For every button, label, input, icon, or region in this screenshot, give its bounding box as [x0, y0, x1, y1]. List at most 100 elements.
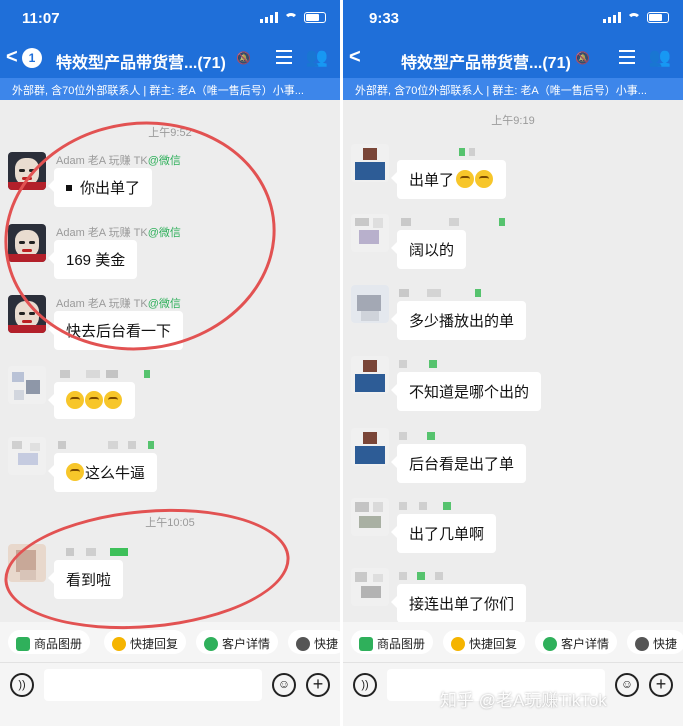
group-title: 特效型产品带货营...(71) — [56, 55, 226, 72]
grin-emoji-icon — [456, 170, 475, 188]
emoji-icon[interactable]: ☺ — [272, 673, 296, 697]
customer-details-icon — [543, 637, 557, 651]
status-bar: 11:07 — [0, 0, 340, 38]
group-menu-icon[interactable] — [619, 50, 635, 68]
quick-reply-icon — [451, 637, 465, 651]
message-bubble[interactable]: 看到啦 — [47, 560, 124, 599]
message-input[interactable] — [44, 669, 262, 701]
message-bubble[interactable]: 接连出单了你们 — [390, 584, 527, 622]
status-time: 11:07 — [22, 10, 60, 27]
sender-name: Adam 老A 玩赚 TK@微信 — [56, 298, 181, 310]
message-row: 看到啦 — [0, 544, 340, 606]
message-row: Adam 老A 玩赚 TK@微信 快去后台看一下 — [0, 295, 340, 357]
group-members-icon[interactable]: 👥 — [306, 47, 328, 68]
status-icons — [260, 12, 326, 23]
quick-reply-icon — [112, 637, 126, 651]
chat-nav-bar: < 特效型产品带货营...(71) 🔕 👥 — [343, 38, 683, 78]
message-bubble[interactable]: 多少播放出的单 — [390, 301, 527, 340]
message-row: 出单了 — [343, 144, 683, 206]
message-row: 多少播放出的单 — [343, 285, 683, 347]
status-bar: 9:33 — [343, 0, 683, 38]
group-menu-icon[interactable] — [276, 50, 292, 68]
voice-input-icon[interactable]: )) — [10, 673, 34, 697]
message-bubble[interactable]: 出单了 — [390, 160, 507, 199]
sender-name: Adam 老A 玩赚 TK@微信 — [56, 155, 181, 167]
watermark: 知乎 @老A玩赚TikTok — [440, 691, 607, 710]
group-info-banner[interactable]: 外部群, 含70位外部联系人 | 群主: 老A（唯一售后号）小事... — [343, 78, 683, 100]
quick-reply-chip[interactable]: 快捷回复 — [104, 630, 187, 654]
message-bubble[interactable]: 你出单了 — [47, 168, 153, 207]
avatar[interactable] — [8, 152, 46, 190]
quick-more-icon — [635, 637, 649, 651]
product-album-chip[interactable]: 商品图册 — [8, 630, 91, 654]
chat-nav-bar: < 1 特效型产品带货营...(71) 🔕 👥 — [0, 38, 340, 78]
left-chat-screenshot: 11:07 < 1 特效型产品带货营...(71) 🔕 👥 外部群, 含70位外… — [0, 0, 340, 726]
emoji-icon[interactable]: ☺ — [615, 673, 639, 697]
customer-details-chip[interactable]: 客户详情 — [196, 630, 279, 654]
status-time: 9:33 — [369, 10, 400, 27]
message-list[interactable]: 上午9:19 出单了 阔以的 多少播放出的单 不知道是哪个出的 后台看是出了单 — [343, 100, 683, 622]
product-album-icon — [359, 637, 373, 651]
timestamp: 上午10:05 — [145, 517, 195, 529]
message-bubble[interactable]: 阔以的 — [390, 230, 467, 269]
avatar-pixelated[interactable] — [351, 428, 389, 466]
message-row: 接连出单了你们 — [343, 568, 683, 622]
cellular-signal-icon — [260, 12, 278, 23]
message-row: Adam 老A 玩赚 TK@微信 169 美金 — [0, 224, 340, 286]
avatar[interactable] — [8, 295, 46, 333]
cellular-signal-icon — [603, 12, 621, 23]
avatar-pixelated[interactable] — [351, 498, 389, 536]
quick-more-icon — [296, 637, 310, 651]
message-bubble[interactable]: 出了几单啊 — [390, 514, 497, 553]
avatar-pixelated[interactable] — [351, 356, 389, 394]
avatar[interactable] — [8, 224, 46, 262]
avatar-pixelated[interactable] — [8, 366, 46, 404]
group-members-icon[interactable]: 👥 — [649, 47, 671, 68]
product-album-icon — [16, 637, 30, 651]
unread-count-badge[interactable]: 1 — [22, 48, 42, 68]
quick-more-chip[interactable]: 快捷 — [627, 630, 683, 654]
product-album-chip[interactable]: 商品图册 — [351, 630, 434, 654]
message-bubble[interactable]: 不知道是哪个出的 — [390, 372, 542, 411]
message-row: 阔以的 — [343, 214, 683, 276]
mute-bell-icon: 🔕 — [575, 51, 590, 65]
customer-details-chip[interactable]: 客户详情 — [535, 630, 618, 654]
avatar-pixelated[interactable] — [351, 285, 389, 323]
message-bubble[interactable] — [48, 382, 135, 419]
back-icon[interactable]: < — [6, 46, 18, 69]
wifi-icon — [284, 12, 298, 23]
message-row: 后台看是出了单 — [343, 428, 683, 490]
cat-face-emoji-icon — [66, 463, 84, 481]
message-bubble[interactable]: 快去后台看一下 — [47, 311, 184, 350]
mute-bell-icon: 🔕 — [236, 51, 251, 65]
sender-name: Adam 老A 玩赚 TK@微信 — [56, 227, 181, 239]
avatar-pixelated[interactable] — [351, 214, 389, 252]
message-bubble[interactable]: 这么牛逼 — [47, 453, 158, 492]
battery-icon — [647, 12, 669, 23]
quick-tools-bar: 商品图册 快捷回复 客户详情 快捷 — [343, 622, 683, 662]
group-title: 特效型产品带货营...(71) — [401, 55, 571, 72]
avatar-pixelated[interactable] — [351, 568, 389, 606]
timestamp: 上午9:52 — [148, 127, 192, 139]
plus-icon[interactable]: + — [306, 673, 330, 697]
avatar-pixelated[interactable] — [351, 144, 389, 182]
quick-more-chip[interactable]: 快捷 — [288, 630, 340, 654]
bullet-icon — [66, 185, 72, 191]
message-row: 出了几单啊 — [343, 498, 683, 560]
message-bubble[interactable]: 后台看是出了单 — [390, 444, 527, 483]
avatar-pixelated[interactable] — [8, 544, 46, 582]
quick-reply-chip[interactable]: 快捷回复 — [443, 630, 526, 654]
timestamp: 上午9:19 — [491, 115, 535, 127]
avatar-pixelated[interactable] — [8, 437, 46, 475]
message-row: Adam 老A 玩赚 TK@微信 你出单了 — [0, 152, 340, 214]
message-bubble[interactable]: 169 美金 — [47, 240, 138, 279]
plus-icon[interactable]: + — [649, 673, 673, 697]
quick-tools-bar: 商品图册 快捷回复 客户详情 快捷 — [0, 622, 340, 662]
wifi-icon — [627, 12, 641, 23]
group-info-banner[interactable]: 外部群, 含70位外部联系人 | 群主: 老A（唯一售后号）小事... — [0, 78, 340, 100]
battery-icon — [304, 12, 326, 23]
right-chat-screenshot: 9:33 < 特效型产品带货营...(71) 🔕 👥 外部群, 含70位外部联系… — [343, 0, 683, 726]
back-icon[interactable]: < — [349, 46, 361, 69]
voice-input-icon[interactable]: )) — [353, 673, 377, 697]
message-list[interactable]: 上午9:52 Adam 老A 玩赚 TK@微信 你出单了 Adam 老A 玩赚 … — [0, 100, 340, 622]
